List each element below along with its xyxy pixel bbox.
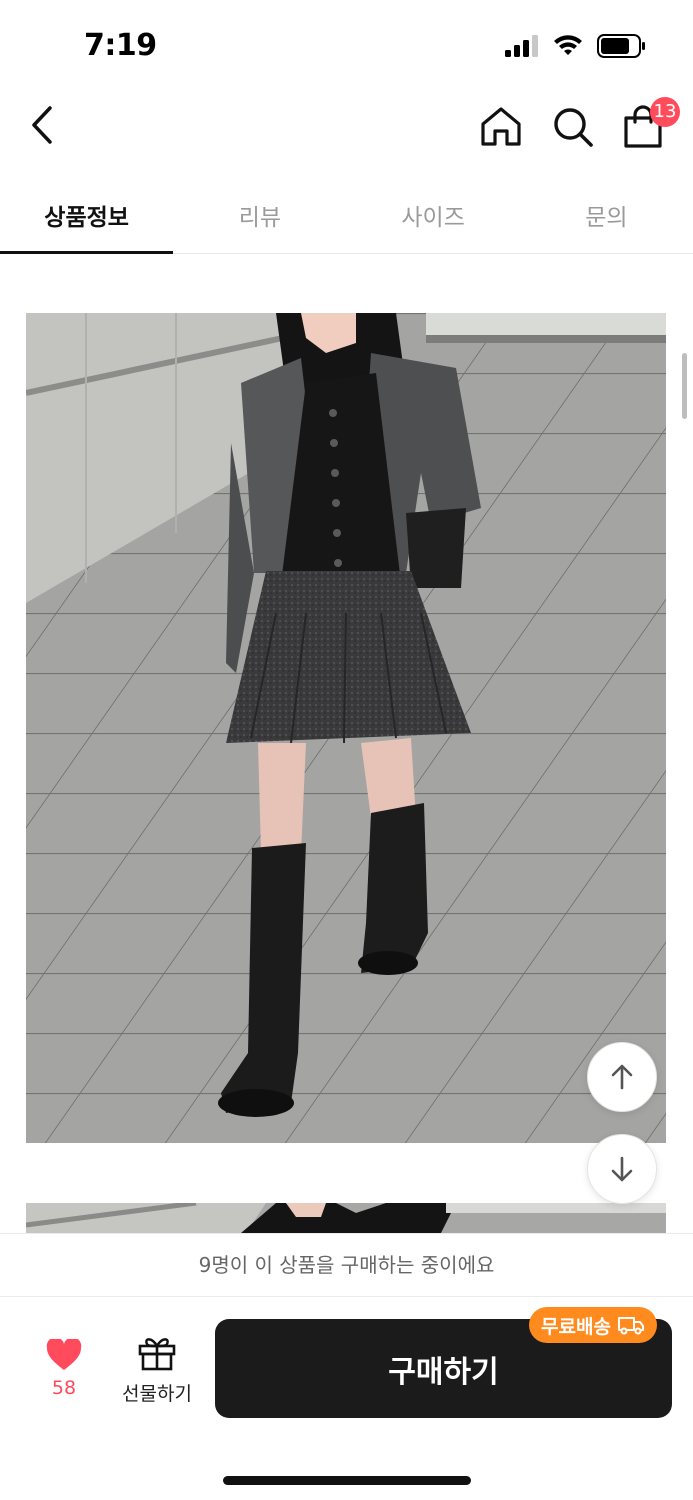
tab-size[interactable]: 사이즈 xyxy=(347,180,520,253)
like-button[interactable]: 58 xyxy=(30,1337,98,1409)
back-button[interactable] xyxy=(24,104,64,148)
product-photo-2[interactable] xyxy=(26,1203,666,1233)
product-photo[interactable] xyxy=(26,313,666,1143)
home-icon xyxy=(481,107,521,146)
scroll-to-top-button[interactable] xyxy=(587,1042,657,1112)
tab-reviews[interactable]: 리뷰 xyxy=(173,180,346,253)
free-shipping-label: 무료배송 xyxy=(541,1315,611,1338)
status-time: 7:19 xyxy=(84,28,157,63)
gift-label: 선물하기 xyxy=(122,1383,192,1405)
cart-count-badge: 13 xyxy=(650,97,680,127)
home-indicator[interactable] xyxy=(223,1476,471,1485)
status-bar: 7:19 xyxy=(0,0,693,90)
arrow-up-icon xyxy=(611,1064,633,1090)
scroll-indicator[interactable] xyxy=(682,353,687,419)
truck-icon xyxy=(617,1317,644,1335)
product-photo-2-illustration xyxy=(26,1203,666,1233)
free-shipping-badge: 무료배송 xyxy=(529,1307,657,1343)
product-tabs: 상품정보 리뷰 사이즈 문의 xyxy=(0,180,693,254)
heart-icon xyxy=(46,1337,82,1370)
wifi-icon xyxy=(554,35,582,55)
like-count: 58 xyxy=(51,1377,77,1399)
search-button[interactable] xyxy=(550,104,596,150)
search-icon xyxy=(554,108,593,147)
signal-icon xyxy=(505,35,538,57)
tab-inquiry[interactable]: 문의 xyxy=(520,180,693,253)
product-photo-illustration xyxy=(26,313,666,1143)
arrow-down-icon xyxy=(611,1156,633,1182)
gift-icon xyxy=(138,1338,176,1371)
gift-button[interactable]: 선물하기 xyxy=(114,1335,200,1411)
battery-icon xyxy=(597,34,645,58)
status-icons xyxy=(505,34,647,58)
scroll-to-bottom-button[interactable] xyxy=(587,1134,657,1204)
nav-bar xyxy=(0,90,693,170)
purchase-activity-notice: 9명이 이 상품을 구매하는 중이에요 xyxy=(0,1233,693,1297)
bottom-action-bar: 58 선물하기 구매하기 무료배송 xyxy=(0,1297,693,1500)
chevron-left-icon xyxy=(32,106,52,144)
home-button[interactable] xyxy=(478,104,524,150)
tab-product-info[interactable]: 상품정보 xyxy=(0,180,174,254)
